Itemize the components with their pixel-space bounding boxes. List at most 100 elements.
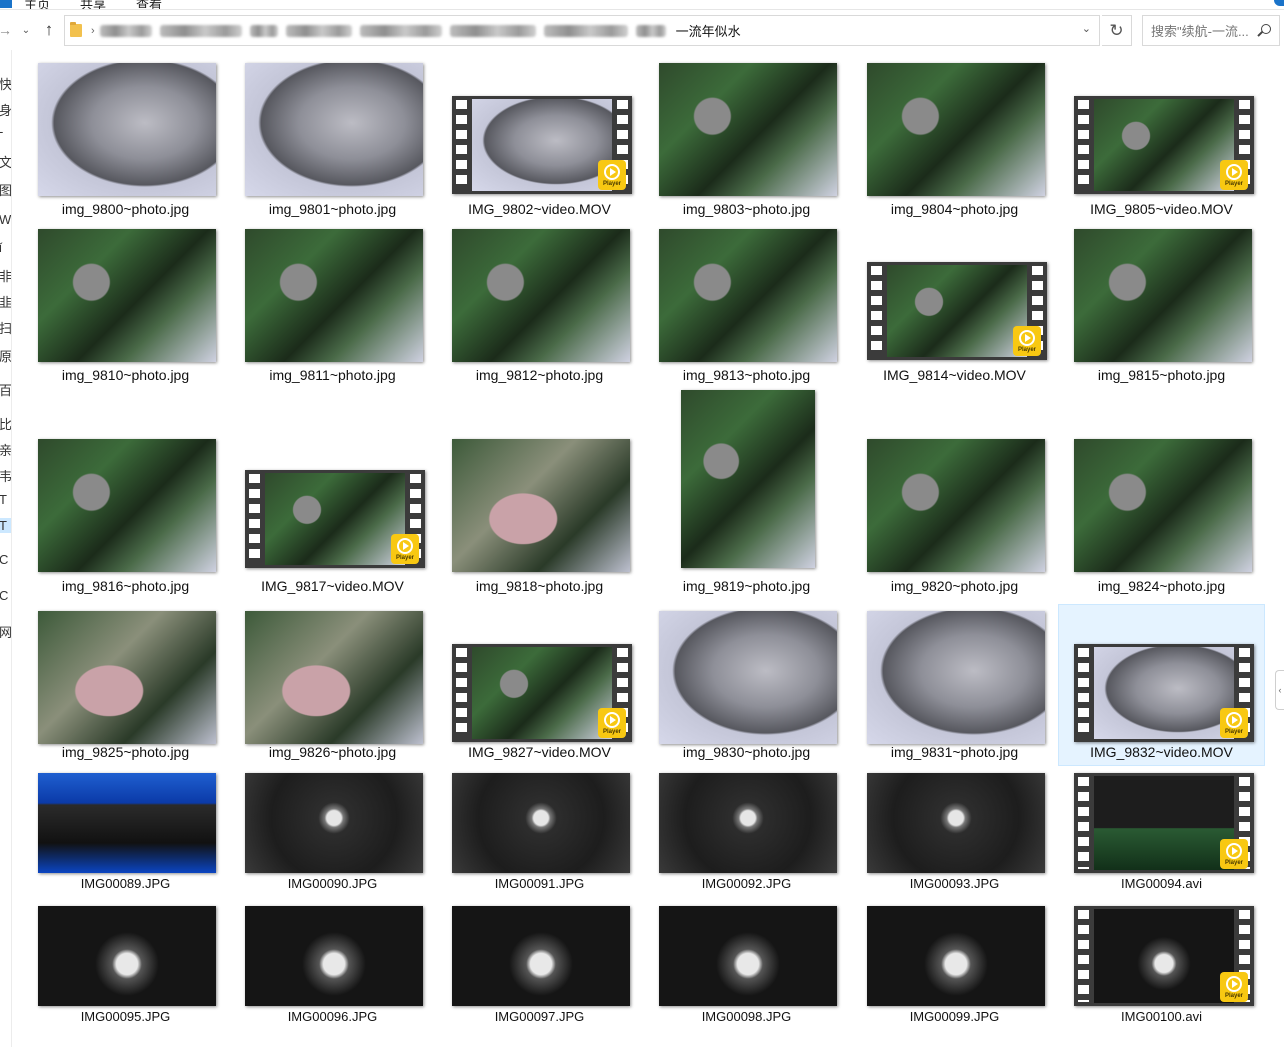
- file-item-photo[interactable]: img_9826~photo.jpg: [229, 604, 436, 766]
- file-item-photo[interactable]: IMG00099.JPG: [851, 903, 1058, 1031]
- file-item-photo[interactable]: img_9800~photo.jpg: [22, 56, 229, 223]
- video-thumbnail[interactable]: Player: [452, 96, 632, 194]
- photo-thumbnail[interactable]: [452, 773, 630, 873]
- nav-pane-item[interactable]: 身: [0, 100, 11, 119]
- video-thumbnail[interactable]: Player: [245, 470, 425, 568]
- nav-pane-item[interactable]: 图: [0, 180, 11, 199]
- nav-pane-item[interactable]: 非: [0, 266, 11, 285]
- photo-thumbnail[interactable]: [38, 773, 216, 873]
- nav-pane-item[interactable]: ǐ: [0, 240, 11, 255]
- photo-thumbnail[interactable]: [245, 906, 423, 1006]
- file-item-photo[interactable]: img_9818~photo.jpg: [436, 396, 643, 600]
- nav-pane-item[interactable]: 百: [0, 380, 11, 399]
- forward-arrow-icon[interactable]: →: [0, 14, 12, 46]
- nav-pane-item[interactable]: -: [0, 124, 11, 139]
- file-item-video[interactable]: Player IMG_9827~video.MOV: [436, 604, 643, 766]
- nav-pane-item[interactable]: 比: [0, 414, 11, 433]
- nav-pane-item[interactable]: W: [0, 212, 11, 227]
- video-thumbnail[interactable]: Player: [1074, 96, 1254, 194]
- video-thumbnail[interactable]: Player: [452, 644, 632, 742]
- file-item-photo[interactable]: IMG00089.JPG: [22, 770, 229, 898]
- file-item-photo[interactable]: IMG00093.JPG: [851, 770, 1058, 898]
- file-item-photo[interactable]: IMG00091.JPG: [436, 770, 643, 898]
- file-item-photo[interactable]: img_9803~photo.jpg: [643, 56, 850, 223]
- ribbon-tab-share[interactable]: 共享: [80, 0, 106, 9]
- file-item-photo[interactable]: IMG00096.JPG: [229, 903, 436, 1031]
- breadcrumb-blurred[interactable]: [285, 24, 352, 37]
- file-item-photo[interactable]: img_9813~photo.jpg: [643, 222, 850, 389]
- file-item-photo[interactable]: img_9825~photo.jpg: [22, 604, 229, 766]
- photo-thumbnail[interactable]: [867, 439, 1045, 572]
- file-item-photo[interactable]: img_9820~photo.jpg: [851, 396, 1058, 600]
- photo-thumbnail[interactable]: [659, 229, 837, 362]
- file-item-photo[interactable]: img_9816~photo.jpg: [22, 396, 229, 600]
- nav-pane-item[interactable]: 亲: [0, 440, 11, 459]
- file-item-video[interactable]: Player IMG_9814~video.MOV: [851, 222, 1058, 389]
- breadcrumb-blurred[interactable]: [249, 24, 278, 37]
- file-item-photo[interactable]: img_9830~photo.jpg: [643, 604, 850, 766]
- help-icon[interactable]: [1274, 0, 1284, 6]
- ribbon-tab-view[interactable]: 查看: [136, 0, 162, 9]
- nav-pane-item[interactable]: C: [0, 552, 11, 567]
- refresh-icon[interactable]: ↻: [1102, 15, 1132, 46]
- file-item-photo[interactable]: img_9815~photo.jpg: [1058, 222, 1265, 389]
- file-item-photo[interactable]: img_9831~photo.jpg: [851, 604, 1058, 766]
- file-item-photo[interactable]: IMG00097.JPG: [436, 903, 643, 1031]
- breadcrumb-blurred[interactable]: [543, 24, 628, 37]
- file-item-photo[interactable]: img_9801~photo.jpg: [229, 56, 436, 223]
- breadcrumb-blurred[interactable]: [449, 24, 536, 37]
- file-item-video[interactable]: Player IMG_9832~video.MOV: [1058, 604, 1265, 766]
- photo-thumbnail[interactable]: [867, 63, 1045, 196]
- file-item-photo[interactable]: img_9810~photo.jpg: [22, 222, 229, 389]
- photo-thumbnail[interactable]: [245, 229, 423, 362]
- photo-thumbnail[interactable]: [867, 906, 1045, 1006]
- photo-thumbnail[interactable]: [452, 906, 630, 1006]
- file-item-photo[interactable]: IMG00098.JPG: [643, 903, 850, 1031]
- photo-thumbnail[interactable]: [659, 906, 837, 1006]
- file-item-photo[interactable]: img_9812~photo.jpg: [436, 222, 643, 389]
- photo-thumbnail[interactable]: [1074, 439, 1252, 572]
- file-item-video[interactable]: Player IMG_9802~video.MOV: [436, 56, 643, 223]
- navigation-pane[interactable]: 快身-文图Wǐ非韭扫原百比亲韦TTCC网: [0, 50, 12, 1047]
- file-item-photo[interactable]: img_9824~photo.jpg: [1058, 396, 1265, 600]
- photo-thumbnail[interactable]: [245, 63, 423, 196]
- file-item-video[interactable]: Player IMG00094.avi: [1058, 770, 1265, 898]
- breadcrumb-blurred[interactable]: [359, 24, 442, 37]
- file-item-photo[interactable]: IMG00092.JPG: [643, 770, 850, 898]
- video-thumbnail[interactable]: Player: [1074, 773, 1254, 873]
- nav-pane-item[interactable]: T: [0, 492, 11, 507]
- file-item-photo[interactable]: IMG00090.JPG: [229, 770, 436, 898]
- photo-thumbnail[interactable]: [245, 773, 423, 873]
- nav-pane-item[interactable]: C: [0, 588, 11, 603]
- search-input[interactable]: 搜索"续航-一流...: [1142, 15, 1280, 46]
- photo-thumbnail[interactable]: [867, 611, 1045, 744]
- photo-thumbnail[interactable]: [681, 390, 815, 568]
- breadcrumb-blurred[interactable]: [635, 24, 666, 37]
- breadcrumb-blurred[interactable]: [159, 24, 242, 37]
- photo-thumbnail[interactable]: [452, 229, 630, 362]
- photo-thumbnail[interactable]: [1074, 229, 1252, 362]
- file-item-photo[interactable]: img_9819~photo.jpg: [643, 390, 850, 600]
- photo-thumbnail[interactable]: [38, 229, 216, 362]
- file-item-photo[interactable]: img_9804~photo.jpg: [851, 56, 1058, 223]
- video-thumbnail[interactable]: Player: [867, 262, 1047, 360]
- recent-locations-chevron-icon[interactable]: ⌄: [18, 14, 34, 46]
- photo-thumbnail[interactable]: [38, 439, 216, 572]
- photo-thumbnail[interactable]: [659, 773, 837, 873]
- photo-thumbnail[interactable]: [867, 773, 1045, 873]
- video-thumbnail[interactable]: Player: [1074, 906, 1254, 1006]
- photo-thumbnail[interactable]: [245, 611, 423, 744]
- photo-thumbnail[interactable]: [38, 611, 216, 744]
- nav-pane-item[interactable]: 扫: [0, 318, 11, 337]
- nav-pane-item[interactable]: 韦: [0, 466, 11, 485]
- nav-pane-item[interactable]: 快: [0, 74, 11, 93]
- nav-pane-item[interactable]: 原: [0, 346, 11, 365]
- photo-thumbnail[interactable]: [659, 611, 837, 744]
- address-dropdown-chevron-icon[interactable]: ⌄: [1082, 22, 1091, 35]
- search-icon[interactable]: [1261, 24, 1271, 34]
- ribbon-tab-home[interactable]: 主页: [24, 0, 50, 9]
- breadcrumb-current-folder[interactable]: 一流年似水: [676, 21, 741, 40]
- video-thumbnail[interactable]: Player: [1074, 644, 1254, 742]
- address-bar[interactable]: › 一流年似水 ⌄: [64, 15, 1100, 46]
- file-item-video[interactable]: Player IMG00100.avi: [1058, 903, 1265, 1031]
